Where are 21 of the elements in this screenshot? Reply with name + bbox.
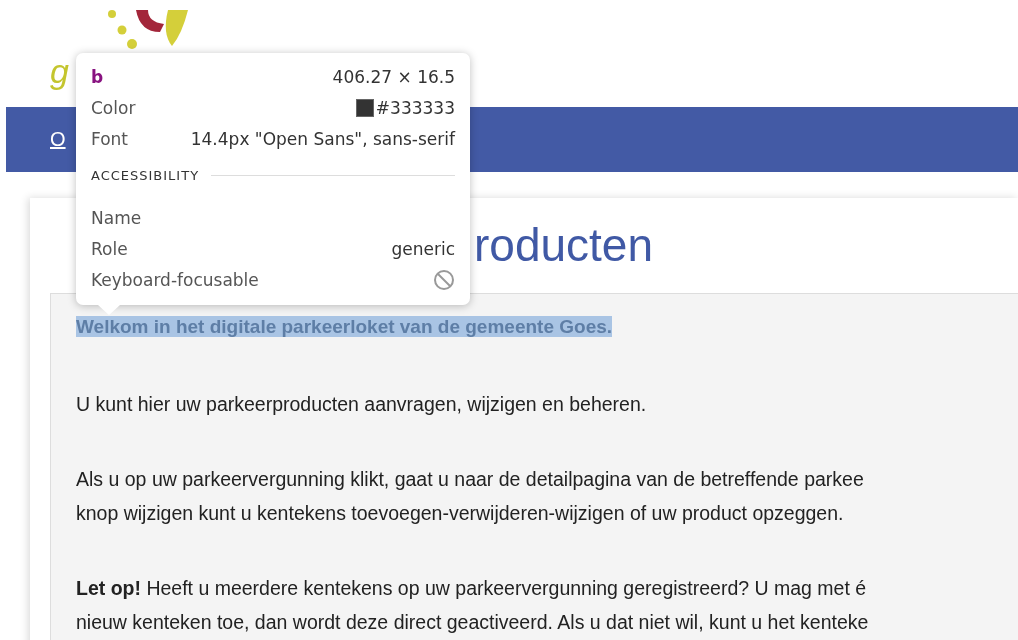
welcome-text: Welkom in het digitale parkeerloket van de gemeente Goes. — [76, 316, 613, 337]
property-label: Name — [91, 207, 142, 228]
property-value: #333333 — [375, 97, 455, 118]
color-swatch — [355, 98, 374, 117]
paragraph-line: knop wijzigen kunt u kentekens toevoegen-verwijderen-wijzigen of uw product opzeggen. — [76, 501, 844, 526]
paragraph-line: Als u op uw parkeervergunning klikt, gaat u naar de detailpagina van de betreffende parkee — [76, 467, 864, 492]
paragraph-line: Let op! Heeft u meerdere kentekens op uw parkeervergunning geregistreerd? U mag met é — [76, 576, 867, 601]
paragraph-line: nieuw kenteken toe, dan wordt deze direct geactiveerd. Als u dat niet wil, kunt u het kenteke — [76, 610, 869, 635]
nav-link[interactable]: O — [50, 128, 66, 151]
paragraph-line: U kunt hier uw parkeerproducten aanvragen, wijzigen en beheren. — [76, 392, 647, 417]
property-label: Font — [91, 128, 128, 149]
property-label: Keyboard-focusable — [91, 269, 259, 290]
element-tag: b — [91, 66, 104, 87]
logo-text: g — [50, 52, 69, 91]
property-label: Role — [91, 238, 128, 259]
element-size: 406.27 × 16.5 — [332, 66, 455, 87]
property-value: 14.4px "Open Sans", sans-serif — [190, 128, 455, 149]
property-value: generic — [391, 238, 455, 259]
property-label: Color — [91, 97, 136, 118]
page-heading: roducten — [474, 218, 653, 273]
section-title: ACCESSIBILITY — [91, 167, 200, 183]
